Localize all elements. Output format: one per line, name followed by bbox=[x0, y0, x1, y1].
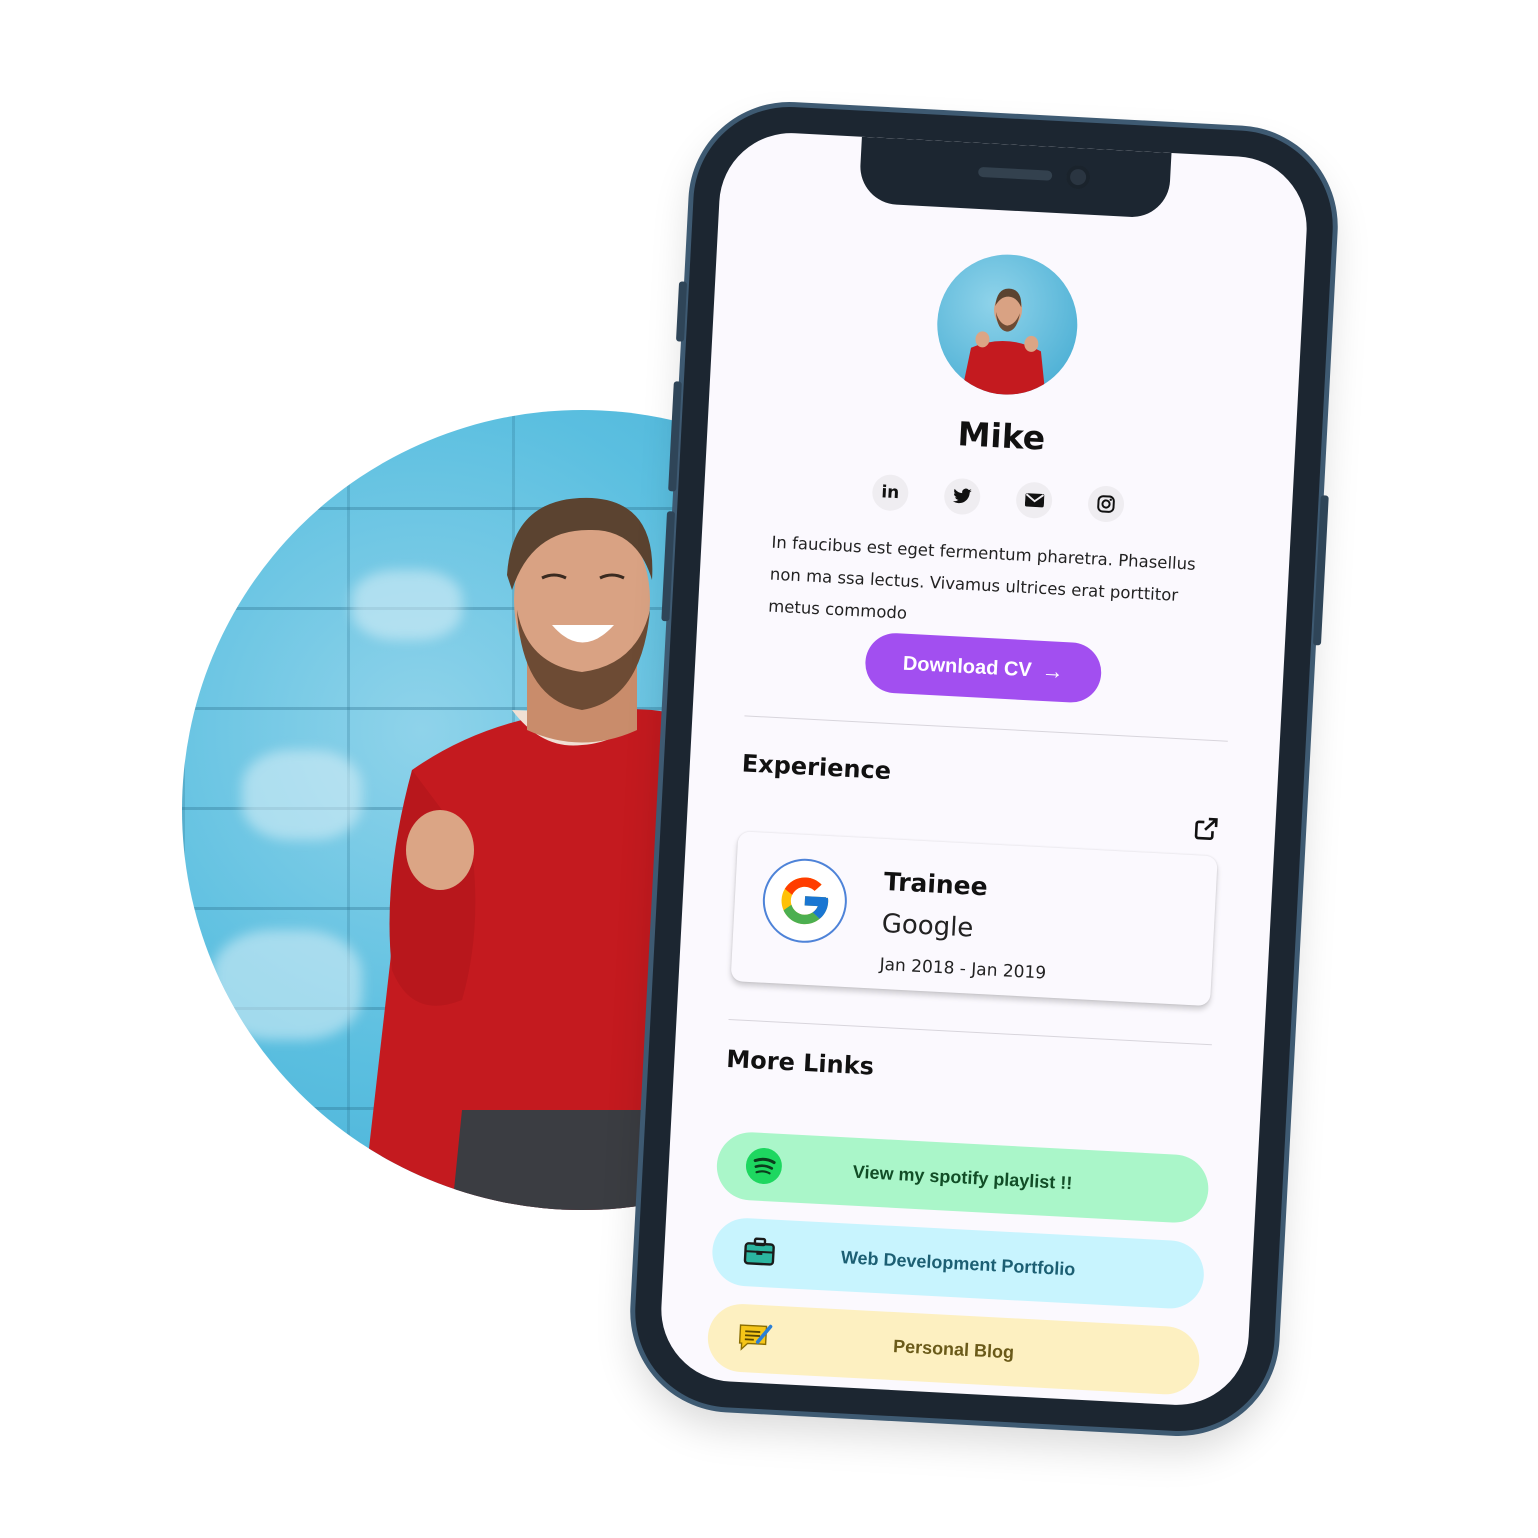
blog-link[interactable]: Personal Blog bbox=[706, 1302, 1202, 1397]
power-button bbox=[1312, 495, 1329, 646]
experience-period: Jan 2018 - Jan 2019 bbox=[879, 954, 1047, 984]
portfolio-link[interactable]: Web Development Portfolio bbox=[710, 1216, 1206, 1311]
portfolio-link-label: Web Development Portfolio bbox=[840, 1246, 1076, 1279]
download-cv-button[interactable]: Download CV → bbox=[863, 631, 1103, 704]
spotify-link-label: View my spotify playlist !! bbox=[852, 1161, 1073, 1193]
mail-icon[interactable] bbox=[1015, 481, 1054, 520]
more-links-title: More Links bbox=[725, 1044, 875, 1081]
instagram-icon[interactable] bbox=[1087, 485, 1125, 523]
profile-name: Mike bbox=[956, 414, 1047, 458]
external-link-icon[interactable] bbox=[1193, 815, 1220, 842]
blog-link-label: Personal Blog bbox=[892, 1335, 1015, 1362]
divider bbox=[744, 715, 1228, 742]
mute-switch bbox=[675, 281, 688, 342]
spotify-icon bbox=[744, 1146, 784, 1186]
linkedin-icon[interactable]: in bbox=[871, 473, 910, 512]
phone-screen: Mike in In faucibus est eget fermentum p… bbox=[657, 129, 1311, 1409]
profile-bio: In faucibus est eget fermentum pharetra.… bbox=[767, 532, 1197, 623]
phone-mockup: Mike in In faucibus est eget fermentum p… bbox=[630, 102, 1338, 1436]
experience-company: Google bbox=[880, 908, 975, 944]
experience-role: Trainee bbox=[883, 866, 989, 902]
social-links: in bbox=[704, 465, 1293, 532]
briefcase-icon bbox=[739, 1232, 779, 1272]
avatar bbox=[933, 251, 1081, 399]
speaker bbox=[977, 166, 1053, 181]
twitter-icon[interactable] bbox=[943, 477, 982, 516]
google-logo-icon bbox=[762, 858, 847, 943]
arrow-right-icon: → bbox=[1041, 657, 1065, 685]
divider bbox=[728, 1018, 1212, 1046]
front-camera bbox=[1065, 164, 1091, 190]
download-cv-label: Download CV bbox=[902, 652, 1033, 681]
spotify-link[interactable]: View my spotify playlist !! bbox=[715, 1130, 1211, 1225]
notch bbox=[858, 136, 1172, 219]
experience-card[interactable]: Trainee Google Jan 2018 - Jan 2019 bbox=[730, 831, 1218, 1007]
blog-icon bbox=[735, 1318, 775, 1358]
experience-title: Experience bbox=[741, 749, 892, 786]
